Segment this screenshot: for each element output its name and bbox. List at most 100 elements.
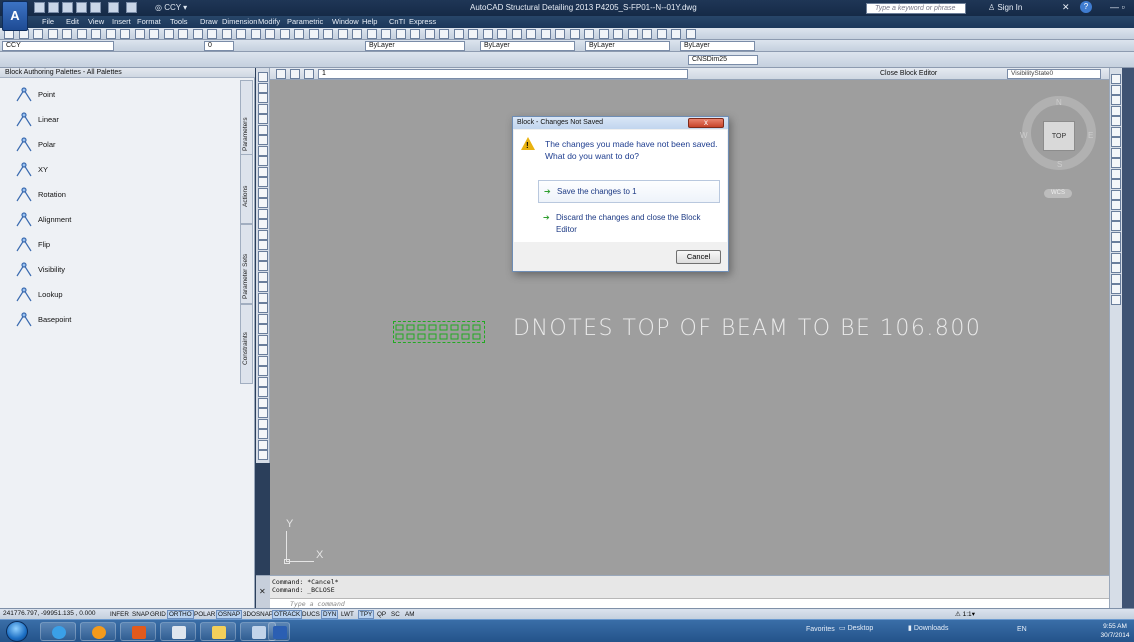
- favorites-toolbar[interactable]: Favorites: [806, 626, 835, 633]
- modify-tool-icon[interactable]: [1111, 147, 1121, 158]
- toolbar-tool-icon[interactable]: [47, 29, 58, 39]
- viewcube-south[interactable]: S: [1057, 160, 1062, 169]
- tab-actions[interactable]: Actions: [240, 154, 253, 224]
- new-icon[interactable]: [34, 2, 45, 13]
- toolbar-tool-icon[interactable]: [149, 29, 159, 39]
- toolbar-tool-icon[interactable]: [163, 29, 174, 39]
- toolbar-tool-icon[interactable]: [294, 29, 304, 39]
- block-tool-icon[interactable]: [258, 156, 268, 166]
- redo-icon[interactable]: [126, 2, 137, 13]
- toolbar-tool-icon[interactable]: [192, 29, 203, 39]
- start-button[interactable]: [6, 621, 28, 642]
- palette-item-linear[interactable]: Linear: [14, 109, 214, 131]
- palette-item-visibility[interactable]: Visibility: [14, 259, 214, 281]
- block-tool-icon[interactable]: [258, 366, 268, 376]
- palette-item-point[interactable]: Point: [14, 84, 214, 106]
- workspace-combo[interactable]: CCY: [2, 41, 114, 51]
- viewcube-north[interactable]: N: [1056, 98, 1062, 107]
- open-icon[interactable]: [48, 2, 59, 13]
- block-tool-icon[interactable]: [258, 271, 268, 282]
- help-icon[interactable]: ?: [1080, 1, 1092, 13]
- toolbar-tool-icon[interactable]: [482, 29, 493, 39]
- menu-modify[interactable]: Modify: [254, 17, 284, 27]
- window-controls[interactable]: — ▫: [1110, 2, 1125, 12]
- modify-tool-icon[interactable]: [1111, 189, 1121, 200]
- palette-item-rotation[interactable]: Rotation: [14, 184, 214, 206]
- toolbar-tool-icon[interactable]: [134, 29, 145, 39]
- toolbar-tool-icon[interactable]: [178, 29, 188, 39]
- block-tool-icon[interactable]: [258, 303, 268, 313]
- toolbar-tool-icon[interactable]: [120, 29, 130, 39]
- toolbar-tool-icon[interactable]: [555, 29, 565, 39]
- toolbar-tool-icon[interactable]: [511, 29, 522, 39]
- toolbar-tool-icon[interactable]: [410, 29, 420, 39]
- status-toggle-infer[interactable]: INFER: [108, 610, 131, 619]
- toolbar-tool-icon[interactable]: [381, 29, 391, 39]
- status-toggle-osnap[interactable]: OSNAP: [216, 610, 243, 619]
- toolbar-tool-icon[interactable]: [613, 29, 623, 39]
- palette-item-polar[interactable]: Polar: [14, 134, 214, 156]
- wcs-menu[interactable]: WCS: [1044, 189, 1072, 198]
- taskbar-ie[interactable]: [40, 622, 76, 641]
- modify-tool-icon[interactable]: [1111, 179, 1121, 189]
- block-name-field[interactable]: 1: [318, 69, 688, 79]
- tab-constraints[interactable]: Constraints: [240, 304, 253, 384]
- block-tool-icon[interactable]: [258, 313, 268, 324]
- toolbar-tool-icon[interactable]: [366, 29, 377, 39]
- toolbar-tool-icon[interactable]: [584, 29, 594, 39]
- palette-item-flip[interactable]: Flip: [14, 234, 214, 256]
- block-tool-icon[interactable]: [258, 376, 268, 387]
- status-toggle-dyn[interactable]: DYN: [321, 610, 339, 619]
- dialog-close-button[interactable]: x: [688, 118, 724, 128]
- annotation-scale[interactable]: ⚠ 1:1▾: [955, 610, 975, 618]
- block-tool-icon[interactable]: [258, 387, 268, 397]
- block-tool-icon[interactable]: [258, 145, 268, 156]
- toolbar-tool-icon[interactable]: [33, 29, 43, 39]
- color-combo[interactable]: ByLayer: [365, 41, 465, 51]
- help-search-input[interactable]: Type a keyword or phrase: [866, 3, 966, 14]
- modify-tool-icon[interactable]: [1111, 74, 1121, 84]
- toolbar-tool-icon[interactable]: [308, 29, 319, 39]
- toolbar-tool-icon[interactable]: [540, 29, 551, 39]
- block-tool-icon[interactable]: [258, 72, 268, 82]
- modify-tool-icon[interactable]: [1111, 158, 1121, 168]
- toolbar-tool-icon[interactable]: [656, 29, 667, 39]
- block-tool-icon[interactable]: [258, 187, 268, 198]
- modify-tool-icon[interactable]: [1111, 284, 1121, 294]
- taskbar-app[interactable]: [160, 622, 196, 641]
- toolbar-tool-icon[interactable]: [439, 29, 449, 39]
- menu-insert[interactable]: Insert: [108, 17, 135, 27]
- toolbar-tool-icon[interactable]: [424, 29, 435, 39]
- status-toggle-qp[interactable]: QP: [375, 610, 388, 619]
- modify-tool-icon[interactable]: [1111, 168, 1121, 179]
- taskbar-media[interactable]: [80, 622, 116, 641]
- system-clock[interactable]: 9:55 AM 30/7/2014: [1099, 622, 1131, 640]
- toolbar-tool-icon[interactable]: [497, 29, 507, 39]
- modify-tool-icon[interactable]: [1111, 210, 1121, 221]
- discard-changes-command[interactable]: ➔ Discard the changes and close the Bloc…: [538, 207, 720, 245]
- block-tool-icon[interactable]: [258, 345, 268, 355]
- block-tool-icon[interactable]: [258, 355, 268, 366]
- tool-palettes-edge[interactable]: [1122, 68, 1134, 608]
- tab-parameter-sets[interactable]: Parameter Sets: [240, 224, 253, 304]
- block-tool-icon[interactable]: [258, 124, 268, 135]
- modify-tool-icon[interactable]: [1111, 95, 1121, 105]
- block-tool-icon[interactable]: [258, 282, 268, 292]
- status-toggle-sc[interactable]: SC: [389, 610, 402, 619]
- modify-tool-icon[interactable]: [1111, 84, 1121, 95]
- block-tool-icon[interactable]: [258, 261, 268, 271]
- modify-tool-icon[interactable]: [1111, 294, 1121, 305]
- undo-icon[interactable]: [108, 2, 119, 13]
- toolbar-tool-icon[interactable]: [105, 29, 116, 39]
- block-tool-icon[interactable]: [258, 135, 268, 145]
- status-toggle-ortho[interactable]: ORTHO: [167, 610, 194, 619]
- modify-tool-icon[interactable]: [1111, 105, 1121, 116]
- block-tool-icon[interactable]: [258, 82, 268, 93]
- language-indicator[interactable]: EN: [1017, 626, 1027, 633]
- block-tool-icon[interactable]: [258, 114, 268, 124]
- toolbar-tool-icon[interactable]: [642, 29, 652, 39]
- menu-help[interactable]: Help: [358, 17, 381, 27]
- viewcube-east[interactable]: E: [1088, 131, 1093, 140]
- toolbar-tool-icon[interactable]: [453, 29, 464, 39]
- toolbar-tool-icon[interactable]: [627, 29, 638, 39]
